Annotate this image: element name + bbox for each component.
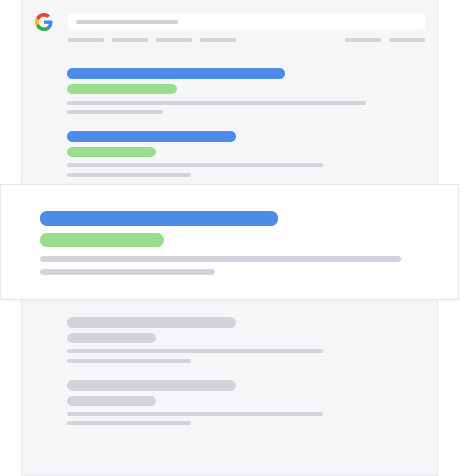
- tab-all[interactable]: [68, 38, 104, 42]
- skeleton-title: [67, 317, 236, 328]
- highlighted-search-result[interactable]: [0, 184, 459, 300]
- tab-news[interactable]: [200, 38, 236, 42]
- skeleton-snippet-line: [67, 412, 323, 416]
- skeleton-snippet-line: [67, 359, 191, 363]
- settings-tab[interactable]: [345, 38, 381, 42]
- result-snippet-line: [40, 256, 401, 262]
- tools-tab[interactable]: [389, 38, 425, 42]
- skeleton-title: [67, 380, 236, 391]
- result-title-link[interactable]: [67, 68, 285, 79]
- result-snippet-line: [67, 173, 191, 177]
- result-url[interactable]: [40, 233, 164, 247]
- skeleton-url: [67, 396, 156, 406]
- result-snippet-line: [67, 110, 163, 114]
- search-query-placeholder-bar: [76, 20, 178, 24]
- tab-videos[interactable]: [156, 38, 192, 42]
- result-snippet-line: [67, 163, 323, 167]
- skeleton-snippet-line: [67, 349, 323, 353]
- result-snippet-line: [40, 269, 215, 275]
- search-input[interactable]: [68, 14, 425, 30]
- result-title-link[interactable]: [40, 211, 278, 226]
- tab-images[interactable]: [112, 38, 148, 42]
- google-logo-icon[interactable]: [35, 13, 53, 31]
- skeleton-snippet-line: [67, 421, 191, 425]
- result-url[interactable]: [67, 147, 156, 157]
- skeleton-url: [67, 333, 156, 343]
- result-snippet-line: [67, 101, 366, 105]
- result-title-link[interactable]: [67, 131, 236, 142]
- result-url[interactable]: [67, 84, 177, 94]
